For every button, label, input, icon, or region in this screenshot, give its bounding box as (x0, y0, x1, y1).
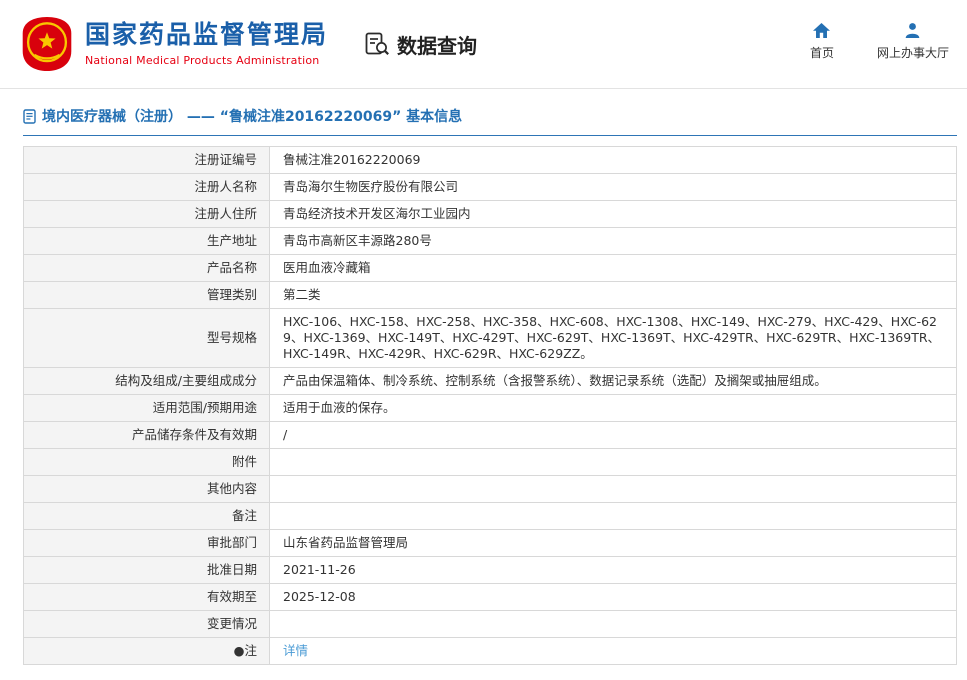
data-query-tab[interactable]: 数据查询 (364, 30, 477, 59)
row-label: 生产地址 (24, 228, 270, 255)
nav-hall-label: 网上办事大厅 (877, 44, 949, 61)
registration-info-table: 注册证编号 鲁械注准20162220069 注册人名称 青岛海尔生物医疗股份有限… (23, 146, 957, 665)
header: 国家药品监督管理局 National Medical Products Admi… (0, 0, 967, 89)
table-row: 附件 (24, 449, 957, 476)
table-row: 适用范围/预期用途 适用于血液的保存。 (24, 395, 957, 422)
table-row: 注册证编号 鲁械注准20162220069 (24, 147, 957, 174)
table-row: ●注 详情 (24, 638, 957, 665)
agency-names: 国家药品监督管理局 National Medical Products Admi… (85, 21, 328, 67)
row-label: 型号规格 (24, 309, 270, 368)
agency-name-en: National Medical Products Administration (85, 54, 328, 67)
row-value: 青岛经济技术开发区海尔工业园内 (270, 201, 957, 228)
document-icon (23, 109, 36, 124)
row-label: 产品储存条件及有效期 (24, 422, 270, 449)
table-row: 备注 (24, 503, 957, 530)
table-row: 注册人住所 青岛经济技术开发区海尔工业园内 (24, 201, 957, 228)
row-value: 2021-11-26 (270, 557, 957, 584)
row-label: ●注 (24, 638, 270, 665)
row-value (270, 476, 957, 503)
row-value: / (270, 422, 957, 449)
row-label: 注册人名称 (24, 174, 270, 201)
row-value: 产品由保温箱体、制冷系统、控制系统（含报警系统）、数据记录系统（选配）及搁架或抽… (270, 368, 957, 395)
page-title: 境内医疗器械（注册） —— “鲁械注准20162220069” 基本信息 (42, 106, 462, 126)
row-label: 管理类别 (24, 282, 270, 309)
row-value: 详情 (270, 638, 957, 665)
user-icon (904, 22, 921, 39)
row-label: 批准日期 (24, 557, 270, 584)
nav-item-service-hall[interactable]: 网上办事大厅 (877, 22, 949, 61)
row-label: 注册证编号 (24, 147, 270, 174)
nav-home-label: 首页 (810, 44, 834, 61)
table-row: 管理类别 第二类 (24, 282, 957, 309)
row-label: 适用范围/预期用途 (24, 395, 270, 422)
table-row: 型号规格 HXC-106、HXC-158、HXC-258、HXC-358、HXC… (24, 309, 957, 368)
page-title-bar: 境内医疗器械（注册） —— “鲁械注准20162220069” 基本信息 (23, 106, 957, 136)
row-value: 山东省药品监督管理局 (270, 530, 957, 557)
table-row: 结构及组成/主要组成成分 产品由保温箱体、制冷系统、控制系统（含报警系统）、数据… (24, 368, 957, 395)
data-query-label: 数据查询 (397, 30, 477, 59)
row-value (270, 449, 957, 476)
row-value: 鲁械注准20162220069 (270, 147, 957, 174)
agency-name-cn: 国家药品监督管理局 (85, 21, 328, 49)
data-query-icon (364, 31, 390, 57)
home-icon (812, 22, 831, 39)
row-label: 变更情况 (24, 611, 270, 638)
nav-item-home[interactable]: 首页 (805, 22, 839, 61)
row-label: 附件 (24, 449, 270, 476)
row-value: HXC-106、HXC-158、HXC-258、HXC-358、HXC-608、… (270, 309, 957, 368)
row-value: 2025-12-08 (270, 584, 957, 611)
table-row: 有效期至 2025-12-08 (24, 584, 957, 611)
row-label: 注册人住所 (24, 201, 270, 228)
row-label: 结构及组成/主要组成成分 (24, 368, 270, 395)
national-emblem-icon (20, 15, 74, 73)
row-value (270, 503, 957, 530)
row-label: 产品名称 (24, 255, 270, 282)
row-value: 医用血液冷藏箱 (270, 255, 957, 282)
header-nav: 首页 网上办事大厅 (805, 22, 949, 61)
table-row: 生产地址 青岛市高新区丰源路280号 (24, 228, 957, 255)
row-label: 审批部门 (24, 530, 270, 557)
row-value: 青岛市高新区丰源路280号 (270, 228, 957, 255)
table-row: 变更情况 (24, 611, 957, 638)
detail-link[interactable]: 详情 (283, 643, 308, 658)
nmpa-logo[interactable]: 国家药品监督管理局 National Medical Products Admi… (20, 15, 328, 73)
row-label: 其他内容 (24, 476, 270, 503)
row-value: 适用于血液的保存。 (270, 395, 957, 422)
table-row: 产品储存条件及有效期 / (24, 422, 957, 449)
row-label: 备注 (24, 503, 270, 530)
table-row: 批准日期 2021-11-26 (24, 557, 957, 584)
table-row: 产品名称 医用血液冷藏箱 (24, 255, 957, 282)
row-value: 第二类 (270, 282, 957, 309)
table-row: 其他内容 (24, 476, 957, 503)
table-row: 注册人名称 青岛海尔生物医疗股份有限公司 (24, 174, 957, 201)
row-value (270, 611, 957, 638)
table-row: 审批部门 山东省药品监督管理局 (24, 530, 957, 557)
row-value: 青岛海尔生物医疗股份有限公司 (270, 174, 957, 201)
row-label: 有效期至 (24, 584, 270, 611)
